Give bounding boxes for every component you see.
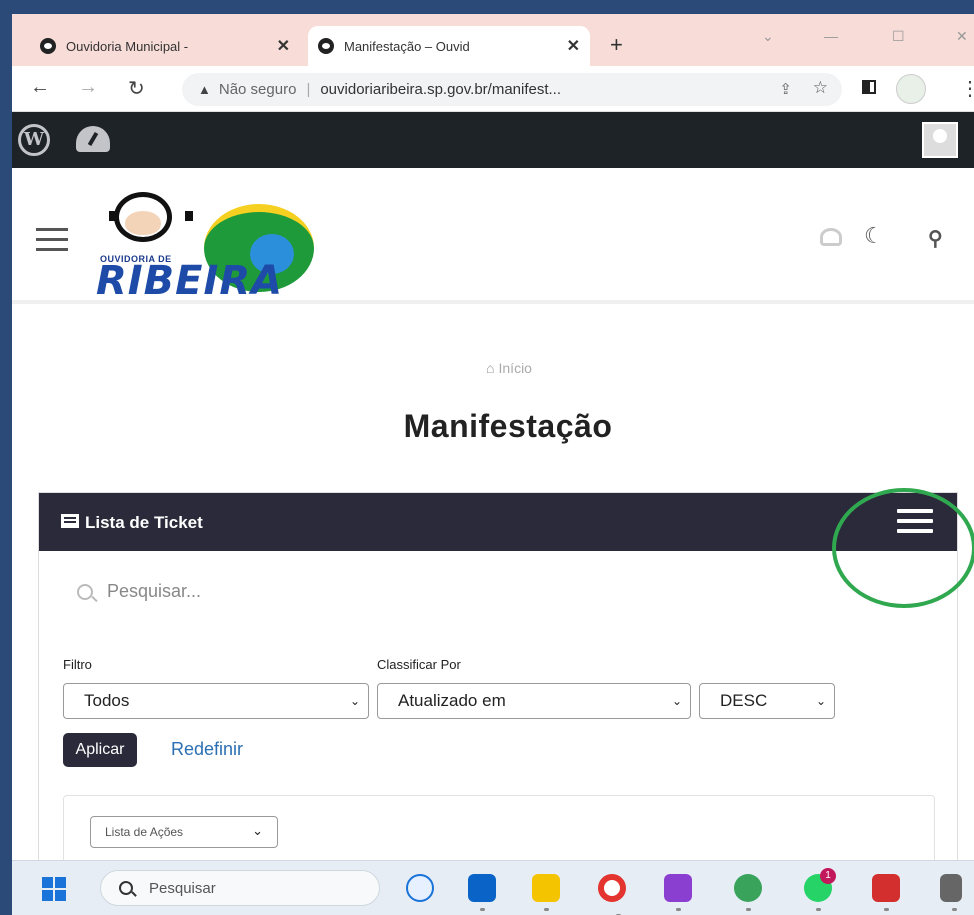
sort-select[interactable]: Atualizado em ⌄: [377, 683, 691, 719]
reset-link[interactable]: Redefinir: [171, 739, 243, 760]
ticket-list-panel: Lista de Ticket Pesquisar... Filtro Todo…: [38, 492, 958, 860]
url-separator: |: [306, 81, 311, 98]
search-icon: [119, 881, 133, 895]
ouvidoria-favicon-icon: [318, 38, 334, 54]
taskbar-search-input[interactable]: Pesquisar: [100, 870, 380, 906]
security-label: Não seguro: [218, 81, 297, 98]
page-title: Manifestação: [403, 408, 613, 444]
browser-menu-icon[interactable]: ⋮: [960, 76, 974, 101]
tab-strip: Ouvidoria Municipal - ✕ Manifestação – O…: [12, 14, 974, 66]
actions-select[interactable]: Lista de Ações ⌄: [90, 816, 278, 848]
ticket-actions-box: Lista de Ações ⌄: [63, 795, 935, 860]
moon-icon[interactable]: ☾: [864, 224, 884, 249]
back-icon[interactable]: ←: [30, 76, 50, 99]
side-panel-icon[interactable]: [862, 80, 876, 94]
chrome-profile-icon[interactable]: [734, 874, 762, 911]
actions-select-label: Lista de Ações: [105, 825, 184, 839]
panel-title: Lista de Ticket: [85, 513, 203, 532]
bookmark-star-icon[interactable]: ☆: [813, 78, 828, 98]
url-omnibox[interactable]: ▲ Não seguro | ouvidoriaribeira.sp.gov.b…: [182, 73, 842, 106]
sort-label: Classificar Por: [377, 657, 461, 672]
search-icon[interactable]: ⚲: [928, 226, 943, 251]
chrome-icon[interactable]: [598, 874, 626, 915]
breadcrumb: ⌂ Início: [12, 360, 974, 376]
close-tab-icon[interactable]: ✕: [277, 36, 290, 56]
panel-menu-button[interactable]: [897, 509, 933, 539]
ouvidoria-favicon-icon: [40, 38, 56, 54]
order-value: DESC: [720, 691, 768, 710]
tab-manifestacao[interactable]: Manifestação – Ouvid ✕: [308, 26, 590, 66]
reload-icon[interactable]: ↻: [128, 76, 145, 101]
apply-button[interactable]: Aplicar: [63, 733, 137, 767]
filter-label: Filtro: [63, 657, 92, 672]
sort-value: Atualizado em: [398, 691, 506, 710]
address-bar: ← → ↻ ▲ Não seguro | ouvidoriaribeira.sp…: [12, 66, 974, 112]
tab-ouvidoria-municipal[interactable]: Ouvidoria Municipal - ✕: [30, 26, 300, 66]
logo-title: RIBEIRA: [96, 258, 284, 304]
chevron-down-icon: ⌄: [815, 694, 826, 708]
breadcrumb-home-link[interactable]: Início: [499, 360, 532, 376]
search-icon: [77, 583, 93, 600]
chevron-down-icon: ⌄: [349, 694, 360, 708]
filter-select[interactable]: Todos ⌄: [63, 683, 369, 719]
ticket-search-input[interactable]: Pesquisar...: [77, 581, 201, 602]
dashboard-icon[interactable]: [76, 126, 110, 152]
filter-value: Todos: [84, 691, 130, 710]
headset-mascot-icon: [109, 192, 193, 242]
new-tab-button[interactable]: +: [610, 32, 623, 58]
close-window-icon[interactable]: ✕: [956, 28, 968, 45]
site-logo[interactable]: OUVIDORIA DE RIBEIRA: [96, 182, 326, 304]
app-icon[interactable]: [940, 874, 962, 911]
windows-start-icon[interactable]: [42, 877, 66, 901]
site-header: OUVIDORIA DE RIBEIRA ☾ ⚲: [12, 168, 974, 304]
ifood-icon[interactable]: [664, 874, 692, 911]
chevron-down-icon: ⌄: [671, 694, 682, 708]
extension-icon[interactable]: [896, 74, 926, 104]
browser-window: Ouvidoria Municipal - ✕ Manifestação – O…: [12, 14, 974, 860]
minimize-icon[interactable]: —: [824, 28, 838, 44]
windows-taskbar: Pesquisar 1: [12, 860, 974, 915]
tab-label: Manifestação – Ouvid: [344, 38, 470, 54]
wp-admin-bar: W: [12, 112, 974, 168]
file-explorer-icon[interactable]: [532, 874, 560, 911]
maximize-icon[interactable]: ☐: [892, 28, 905, 45]
tab-label: Ouvidoria Municipal -: [66, 38, 189, 54]
share-icon[interactable]: ⇪: [779, 80, 792, 98]
url-text: ouvidoriaribeira.sp.gov.br/manifest...: [320, 81, 562, 98]
list-icon: [61, 514, 79, 528]
panel-header: Lista de Ticket: [39, 493, 957, 551]
wordpress-icon[interactable]: W: [18, 124, 50, 156]
taskbar-search-placeholder: Pesquisar: [149, 879, 216, 897]
bing-icon[interactable]: [406, 874, 434, 902]
chevron-down-icon: ⌄: [252, 824, 263, 839]
order-select[interactable]: DESC ⌄: [699, 683, 835, 719]
outlook-icon[interactable]: [468, 874, 496, 911]
warning-icon: ▲: [198, 82, 211, 97]
search-placeholder: Pesquisar...: [107, 581, 202, 601]
whatsapp-icon[interactable]: 1: [804, 868, 836, 911]
tab-search-icon[interactable]: ⌄: [762, 28, 774, 45]
forward-icon[interactable]: →: [78, 76, 98, 99]
user-avatar[interactable]: [922, 122, 958, 158]
acrobat-icon[interactable]: [872, 874, 900, 911]
home-icon: ⌂: [486, 360, 495, 376]
hamburger-menu-icon[interactable]: [36, 228, 68, 258]
notification-badge: 1: [820, 868, 836, 884]
close-tab-icon[interactable]: ✕: [567, 36, 580, 56]
user-icon[interactable]: [820, 228, 842, 246]
